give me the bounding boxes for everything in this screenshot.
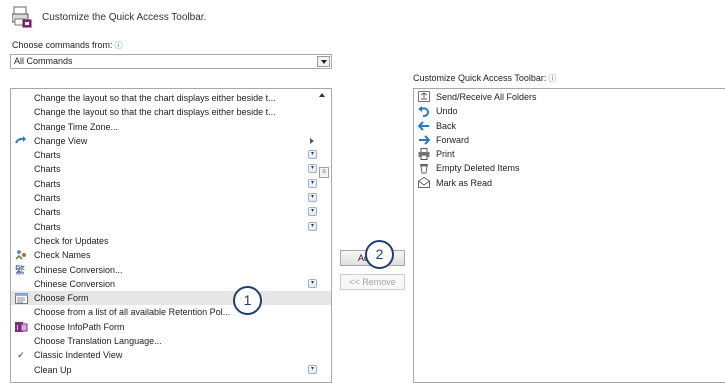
toolbar-list-item[interactable]: Print <box>414 147 725 161</box>
callout-1: 1 <box>233 286 262 315</box>
item-label: Check for Updates <box>34 235 109 246</box>
item-label: Print <box>436 149 455 160</box>
item-label: Change the layout so that the chart disp… <box>34 93 276 103</box>
command-list-item[interactable]: Charts ▾ <box>11 177 331 191</box>
vertical-scrollbar[interactable]: ≡ <box>317 91 331 381</box>
item-label: Back <box>436 120 457 131</box>
toolbar-list-item[interactable]: Undo <box>414 104 725 118</box>
send-receive-icon <box>417 91 431 103</box>
item-label: Choose Form <box>34 293 89 304</box>
item-label: Charts <box>34 164 61 175</box>
info-icon[interactable]: ⓘ <box>115 41 123 50</box>
dialog-title: Customize the Quick Access Toolbar. <box>42 11 207 23</box>
command-list-item[interactable]: Choose from a list of all available Rete… <box>11 305 331 319</box>
customize-toolbar-label: Customize Quick Access Toolbar: ⓘ <box>413 73 556 84</box>
command-list-item[interactable]: Charts ▾ <box>11 148 331 162</box>
item-label: Undo <box>436 106 458 117</box>
toolbar-list-item[interactable]: Mark as Read <box>414 176 725 190</box>
scroll-thumb[interactable]: ≡ <box>319 167 329 178</box>
submenu-indicator-icon: ▾ <box>308 364 317 374</box>
item-label: Charts <box>34 221 61 232</box>
command-list-item[interactable]: Check for Updates <box>11 234 331 248</box>
item-label: Choose InfoPath Form <box>34 321 125 332</box>
dropdown-value: All Commands <box>14 56 73 66</box>
chinese-conversion-icon: 繁 <box>14 264 28 276</box>
item-label: Choose Translation Language... <box>34 336 162 347</box>
item-label: Change Time Zone... <box>34 121 119 132</box>
command-list-item[interactable]: Choose Translation Language... <box>11 334 331 348</box>
available-commands-list[interactable]: Change the layout so that the chart disp… <box>10 88 332 383</box>
remove-button[interactable]: << Remove <box>340 274 405 290</box>
item-label: Mark as Read <box>436 177 493 188</box>
back-arrow-icon <box>417 120 431 132</box>
command-list-item[interactable]: Check Names <box>11 248 331 262</box>
item-label: Choose from a list of all available Rete… <box>34 307 231 318</box>
dialog-header: Customize the Quick Access Toolbar. <box>11 6 207 28</box>
choose-commands-label: Choose commands from: ⓘ <box>12 40 123 51</box>
command-list-item[interactable]: Chinese Conversion ▾ <box>11 277 331 291</box>
item-label: Forward <box>436 134 470 145</box>
item-label: Empty Deleted Items <box>436 163 520 174</box>
choose-commands-dropdown[interactable]: All Commands <box>10 54 332 69</box>
item-label: Charts <box>34 207 61 218</box>
item-label: Chinese Conversion... <box>34 264 123 275</box>
submenu-indicator-icon: ▾ <box>308 221 317 231</box>
item-label: Charts <box>34 150 61 161</box>
change-view-icon <box>14 135 28 147</box>
item-label: Change View <box>34 135 88 146</box>
dropdown-button[interactable] <box>317 56 330 67</box>
info-icon[interactable]: ⓘ <box>548 74 556 83</box>
item-label: Check Names <box>34 250 91 261</box>
item-label: Clean Up <box>34 364 72 375</box>
quick-access-toolbar-icon <box>11 6 32 28</box>
customize-toolbar-text: Customize Quick Access Toolbar: <box>413 73 547 83</box>
command-list-item[interactable]: Change the layout so that the chart disp… <box>11 91 331 105</box>
svg-text:繁: 繁 <box>15 264 25 276</box>
infopath-icon: I <box>14 321 28 333</box>
command-list-item[interactable]: ✓ Classic Indented View <box>11 348 331 362</box>
choose-form-icon <box>14 292 28 304</box>
submenu-indicator-icon: ▾ <box>308 207 317 217</box>
svg-text:I: I <box>16 324 18 332</box>
item-label: Charts <box>34 178 61 189</box>
command-list-item[interactable]: Charts ▾ <box>11 191 331 205</box>
checkmark-icon: ✓ <box>17 350 25 361</box>
check-names-icon <box>14 249 28 261</box>
command-list-item[interactable]: Clean Up ▾ <box>11 363 331 377</box>
toolbar-list-item[interactable]: Empty Deleted Items <box>414 161 725 175</box>
item-label: Charts <box>34 193 61 204</box>
command-list-item[interactable]: 繁 Chinese Conversion... <box>11 263 331 277</box>
command-list-item[interactable]: Change Time Zone... <box>11 120 331 134</box>
item-label: Classic Indented View <box>34 350 123 361</box>
command-list-item[interactable]: Choose Form <box>11 291 331 306</box>
submenu-indicator-icon: ▾ <box>308 164 317 174</box>
item-label: Chinese Conversion <box>34 278 116 289</box>
submenu-indicator-icon: ▾ <box>308 278 317 288</box>
undo-icon <box>417 105 431 117</box>
forward-arrow-icon <box>417 134 431 146</box>
command-list-item[interactable]: Charts ▾ <box>11 162 331 176</box>
toolbar-list-item[interactable]: Back <box>414 119 725 133</box>
chevron-down-icon <box>320 59 327 64</box>
command-list-item[interactable]: Charts ▾ <box>11 220 331 234</box>
toolbar-list-item[interactable]: Forward <box>414 133 725 147</box>
toolbar-commands-list[interactable]: Send/Receive All Folders Undo Back Forward P… <box>413 88 725 383</box>
trash-icon <box>417 162 431 174</box>
callout-2: 2 <box>365 240 394 269</box>
command-list-item[interactable]: Charts ▾ <box>11 205 331 219</box>
submenu-indicator-icon: ▾ <box>308 193 317 203</box>
command-list-item[interactable]: Change View <box>11 134 331 148</box>
toolbar-list-item[interactable]: Send/Receive All Folders <box>414 90 725 104</box>
submenu-indicator-icon: ▾ <box>308 178 317 188</box>
item-label: Change the layout so that the chart disp… <box>34 107 276 118</box>
submenu-indicator-icon: ▾ <box>308 150 317 160</box>
submenu-arrow-icon <box>310 137 314 144</box>
scroll-up-arrow-icon[interactable] <box>319 93 325 97</box>
command-list-item[interactable]: Change the layout so that the chart disp… <box>11 105 331 119</box>
envelope-open-icon <box>417 177 431 189</box>
choose-commands-text: Choose commands from: <box>12 40 113 50</box>
command-list-item[interactable]: I Choose InfoPath Form <box>11 320 331 334</box>
item-label: Send/Receive All Folders <box>436 92 537 102</box>
print-icon <box>417 148 431 161</box>
